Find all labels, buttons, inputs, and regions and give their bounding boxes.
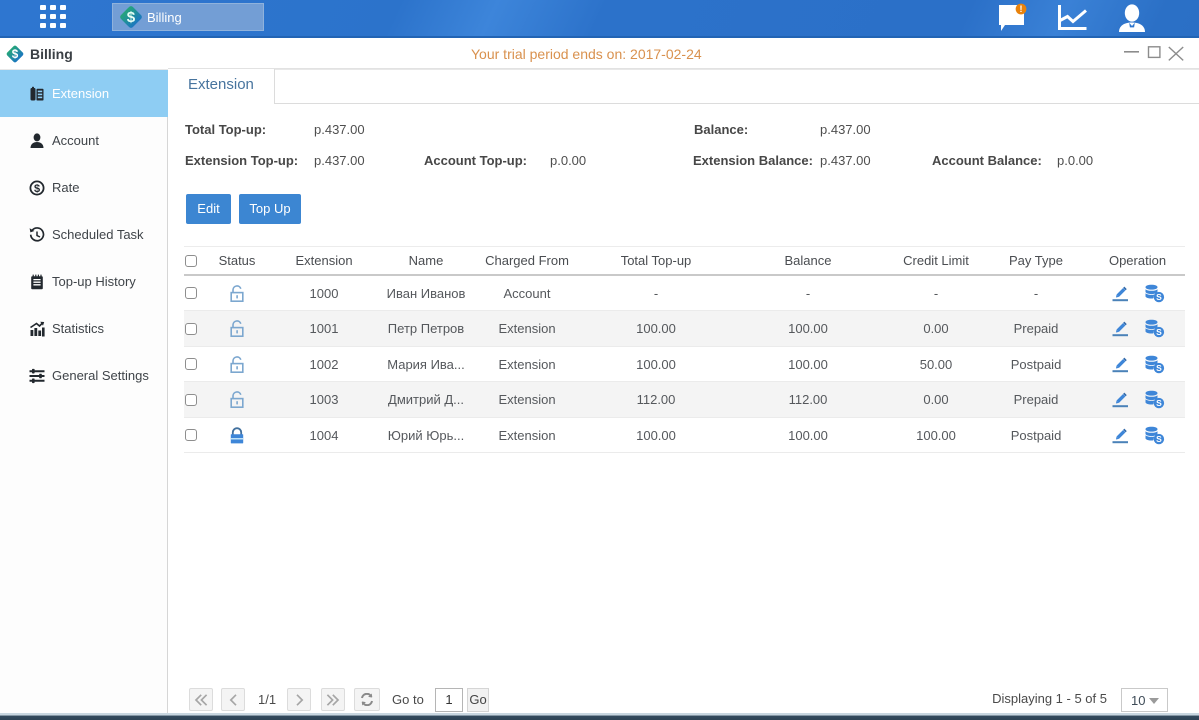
- svg-text:$: $: [127, 9, 136, 26]
- svg-text:S: S: [1156, 327, 1162, 337]
- svg-text:S: S: [1156, 398, 1162, 408]
- svg-text:S: S: [1156, 434, 1162, 444]
- svg-text:S: S: [1156, 363, 1162, 373]
- svg-text:S: S: [1156, 292, 1162, 302]
- svg-text:$: $: [12, 48, 19, 61]
- svg-text:!: !: [1020, 4, 1023, 14]
- svg-text:$: $: [34, 183, 40, 195]
